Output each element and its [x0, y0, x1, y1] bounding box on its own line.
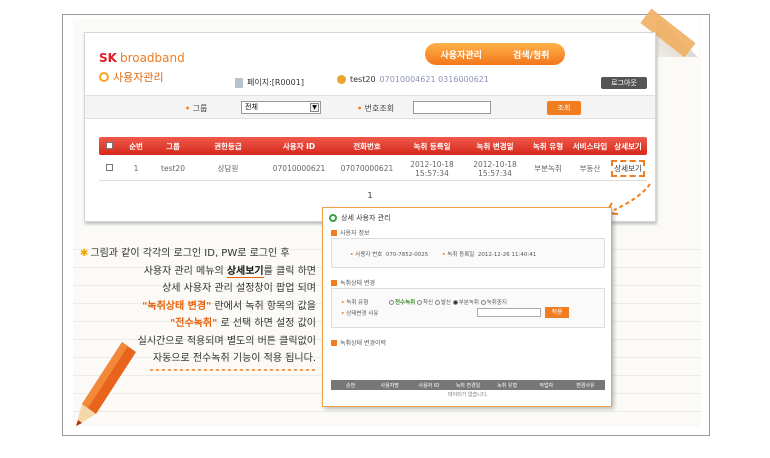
- history-header-cell: 녹취 변경일: [455, 382, 481, 389]
- history-empty: 데이터가 없습니다.: [448, 392, 488, 398]
- caption-line-3: 상세 사용자 관리 설정창이 팝업 되며: [162, 283, 316, 294]
- record-type-label: • 녹취 유형: [341, 300, 369, 306]
- user-number: • 사용자 번호 070-7852-0025: [350, 252, 429, 258]
- popup-title-text: 상세 사용자 관리: [341, 214, 391, 222]
- star-icon: ✱: [80, 248, 89, 259]
- section-user-info: 사용자 정보: [331, 228, 370, 237]
- history-header-cell: 녹취 유형: [497, 382, 518, 389]
- history-header-cell: 작업자: [539, 382, 554, 389]
- reason-label: • 상태변경 사유: [341, 311, 379, 317]
- radio-stop[interactable]: [480, 300, 486, 305]
- square-icon: [331, 279, 337, 286]
- section-record-change: 녹취상태 변경: [331, 278, 375, 287]
- radio-outgoing[interactable]: [434, 300, 440, 305]
- history-header-cell: 변경사유: [576, 382, 595, 389]
- history-header-cell: 사용자명: [380, 382, 399, 389]
- apply-button[interactable]: 적용: [545, 307, 569, 318]
- caption-line-1: ✱ 그림과 같이 각각의 로그인 ID, PW로 로그인 후: [80, 248, 290, 259]
- popup-title: 상세 사용자 관리: [329, 213, 391, 223]
- reg-date: • 녹취 등록일 2012-12-26 11:40:41: [442, 252, 537, 258]
- caption-line-2: 사용자 관리 메뉴의 상세보기를 클릭 하면: [143, 265, 316, 278]
- history-header: 순번 사용자명 사용자 ID 녹취 변경일 녹취 유형 작업자 변경사유: [331, 380, 605, 390]
- section-history: 녹취상태 변경이력: [331, 338, 386, 347]
- record-type-options: 전수녹취 착신 발신 부분녹취 녹취중지: [389, 298, 507, 306]
- radio-incoming[interactable]: [417, 300, 422, 305]
- history-header-cell: 순번: [345, 382, 356, 389]
- caption-line-4: "녹취상태 변경" 란에서 녹취 항목의 값을: [142, 300, 316, 312]
- radio-full[interactable]: [389, 300, 394, 305]
- pencil-icon: [76, 342, 136, 426]
- radio-partial[interactable]: [452, 300, 458, 305]
- detail-user-popup: 상세 사용자 관리 사용자 정보 • 사용자 번호 070-7852-0025 …: [322, 207, 612, 407]
- reason-input[interactable]: [477, 308, 541, 317]
- user-info-box: • 사용자 번호 070-7852-0025 • 녹취 등록일 2012-12-…: [331, 238, 605, 268]
- caption-line-5: "전수녹취" 로 선택 하면 설정 값이: [170, 318, 316, 329]
- circle-icon: [329, 214, 337, 222]
- history-header-cell: 사용자 ID: [418, 382, 440, 389]
- square-icon: [331, 339, 337, 346]
- square-icon: [331, 229, 337, 236]
